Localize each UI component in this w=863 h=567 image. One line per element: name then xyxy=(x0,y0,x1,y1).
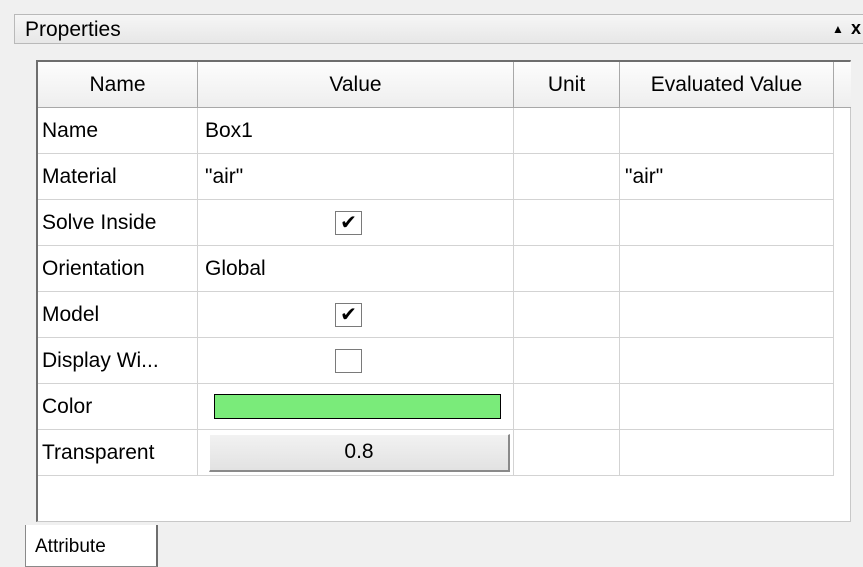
property-name: Material xyxy=(38,154,198,200)
pin-icon[interactable]: ▲ xyxy=(832,22,844,36)
property-value-cell xyxy=(198,384,514,430)
property-value-input[interactable]: Box1 xyxy=(198,108,514,154)
color-swatch-button[interactable] xyxy=(214,394,501,419)
property-unit[interactable] xyxy=(514,430,620,476)
property-value-input[interactable]: Global xyxy=(198,246,514,292)
close-icon[interactable]: x xyxy=(851,18,861,38)
property-value-cell: ✔ xyxy=(198,200,514,246)
column-header-value[interactable]: Value xyxy=(198,62,514,108)
table-row[interactable]: Solve Inside ✔ xyxy=(38,200,834,246)
table-row[interactable]: Color xyxy=(38,384,834,430)
table-row[interactable]: Model ✔ xyxy=(38,292,834,338)
tab-attribute[interactable]: Attribute xyxy=(25,525,158,567)
property-evaluated-value xyxy=(620,292,834,338)
table-row[interactable]: Orientation Global xyxy=(38,246,834,292)
property-unit[interactable] xyxy=(514,200,620,246)
property-unit[interactable] xyxy=(514,384,620,430)
solve-inside-checkbox[interactable]: ✔ xyxy=(335,211,362,235)
property-grid: Name Value Unit Evaluated Value Name Box… xyxy=(36,60,851,522)
property-name: Transparent xyxy=(38,430,198,476)
property-unit[interactable] xyxy=(514,338,620,384)
property-evaluated-value xyxy=(620,200,834,246)
header-filler xyxy=(834,62,851,108)
property-unit[interactable] xyxy=(514,292,620,338)
property-name: Name xyxy=(38,108,198,154)
property-evaluated-value xyxy=(620,430,834,476)
property-evaluated-value xyxy=(620,384,834,430)
column-header-unit[interactable]: Unit xyxy=(514,62,620,108)
table-row[interactable]: Name Box1 xyxy=(38,108,834,154)
table-row[interactable]: Display Wi... xyxy=(38,338,834,384)
model-checkbox[interactable]: ✔ xyxy=(335,303,362,327)
display-wireframe-checkbox[interactable] xyxy=(335,349,362,373)
property-evaluated-value xyxy=(620,338,834,384)
property-name: Solve Inside xyxy=(38,200,198,246)
property-unit[interactable] xyxy=(514,246,620,292)
property-value-cell: ✔ xyxy=(198,292,514,338)
property-evaluated-value xyxy=(620,246,834,292)
property-unit[interactable] xyxy=(514,108,620,154)
property-name: Display Wi... xyxy=(38,338,198,384)
property-value-cell: 0.8 xyxy=(198,430,514,476)
column-header-name[interactable]: Name xyxy=(38,62,198,108)
property-unit[interactable] xyxy=(514,154,620,200)
table-row[interactable]: Transparent 0.8 xyxy=(38,430,834,476)
property-name: Color xyxy=(38,384,198,430)
column-header-evaluated-value[interactable]: Evaluated Value xyxy=(620,62,834,108)
property-value-input[interactable]: "air" xyxy=(198,154,514,200)
property-value-cell xyxy=(198,338,514,384)
property-name: Model xyxy=(38,292,198,338)
properties-title-bar: Properties ▲ x xyxy=(14,14,863,44)
transparency-button[interactable]: 0.8 xyxy=(209,434,510,472)
property-name: Orientation xyxy=(38,246,198,292)
table-row[interactable]: Material "air" "air" xyxy=(38,154,834,200)
property-evaluated-value xyxy=(620,108,834,154)
window-title: Properties xyxy=(25,18,121,41)
property-evaluated-value: "air" xyxy=(620,154,834,200)
